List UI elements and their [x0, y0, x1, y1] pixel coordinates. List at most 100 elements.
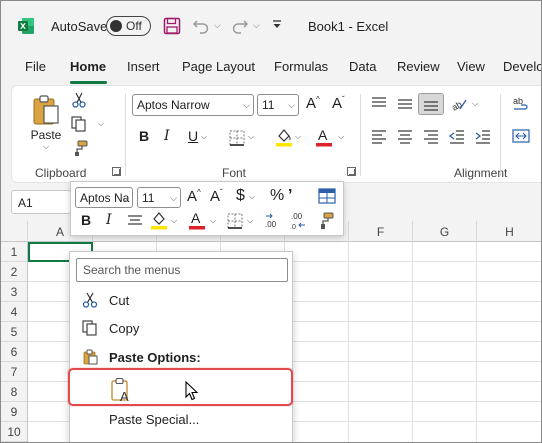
row-header[interactable]: 1 [1, 242, 28, 262]
undo-icon[interactable] [192, 17, 210, 35]
copy-icon[interactable] [71, 116, 87, 132]
group-separator [360, 94, 361, 176]
bold-icon[interactable]: B [81, 212, 91, 228]
copy-caret-icon[interactable]: ⌵ [98, 119, 104, 129]
borders-caret-icon[interactable]: ⌵ [248, 132, 254, 142]
align-top-icon[interactable] [370, 96, 388, 112]
row-header[interactable]: 9 [1, 402, 28, 422]
font-color-icon[interactable]: A [188, 210, 206, 230]
cut-icon[interactable] [72, 92, 86, 108]
row-header[interactable]: 10 [1, 422, 28, 442]
currency-caret-icon[interactable]: ⌵ [249, 192, 255, 202]
tab-formulas[interactable]: Formulas [274, 59, 328, 74]
mini-font-size-dropdown[interactable]: 11 ⌵ [137, 187, 181, 208]
decrease-font-size-icon[interactable]: Aˇ [210, 188, 223, 205]
ribbon: Paste ⌵ ⌵ Clipboard Aptos Narrow ⌵ 11 ⌵ … [11, 85, 541, 183]
menu-item-label: Cut [109, 293, 130, 308]
underline-caret-icon[interactable]: ⌵ [201, 132, 207, 142]
paste-caret-icon[interactable]: ⌵ [43, 142, 49, 152]
italic-icon[interactable]: I [164, 128, 170, 144]
excel-logo-icon [18, 18, 34, 34]
wrap-text-icon[interactable]: ab [512, 95, 530, 113]
row-header[interactable]: 5 [1, 322, 28, 342]
fill-color-icon[interactable] [150, 210, 168, 230]
currency-format-icon[interactable]: $ [236, 187, 245, 205]
font-color-icon[interactable]: A [315, 127, 333, 147]
paste-button[interactable]: Paste ⌵ [26, 92, 66, 154]
font-launcher-icon[interactable] [347, 167, 356, 176]
tab-developer[interactable]: Develo [503, 59, 541, 74]
tab-page-layout[interactable]: Page Layout [182, 59, 255, 74]
borders-icon[interactable] [229, 130, 245, 146]
tab-view[interactable]: View [457, 59, 485, 74]
fill-color-icon[interactable] [275, 127, 293, 147]
chevron-down-icon: ⌵ [122, 193, 129, 203]
align-center-icon[interactable] [396, 129, 414, 145]
orientation-caret-icon[interactable]: ⌵ [472, 99, 478, 109]
bold-icon[interactable]: B [139, 128, 149, 144]
increase-font-size-icon[interactable]: A ^ [306, 95, 320, 112]
fill-color-caret-icon[interactable]: ⌵ [171, 216, 177, 226]
row-header[interactable]: 6 [1, 342, 28, 362]
fill-color-caret-icon[interactable]: ⌵ [295, 132, 301, 142]
increase-decimal-icon[interactable]: .00 [264, 212, 284, 230]
borders-caret-icon[interactable]: ⌵ [247, 216, 253, 226]
autosave-toggle[interactable]: Off [106, 16, 151, 36]
redo-caret-icon[interactable]: ⌵ [253, 20, 260, 31]
italic-icon[interactable]: I [106, 212, 112, 228]
tab-file[interactable]: File [25, 59, 46, 74]
comma-format-icon[interactable]: ’ [288, 187, 292, 205]
align-middle-icon[interactable] [396, 96, 414, 112]
autosave-state: Off [126, 19, 142, 33]
tab-home[interactable]: Home [70, 59, 106, 74]
mini-font-size-value: 11 [142, 191, 155, 205]
tab-data[interactable]: Data [349, 59, 376, 74]
format-table-icon[interactable] [318, 188, 336, 204]
tab-insert[interactable]: Insert [127, 59, 160, 74]
column-header[interactable]: H [477, 221, 541, 242]
merge-center-icon[interactable] [512, 128, 530, 144]
decrease-font-size-icon[interactable]: Aˇ [332, 95, 345, 112]
align-right-icon[interactable] [422, 129, 440, 145]
align-bottom-button[interactable] [418, 93, 444, 115]
borders-icon[interactable] [227, 213, 243, 229]
redo-icon[interactable] [231, 17, 249, 35]
decrease-indent-icon[interactable] [448, 129, 466, 145]
row-header[interactable]: 8 [1, 382, 28, 402]
column-header[interactable]: G [413, 221, 477, 242]
menu-item-cut[interactable]: Cut [70, 286, 292, 314]
menu-item-paste-special[interactable]: Paste Special... [70, 405, 292, 433]
menu-item-copy[interactable]: Copy [70, 314, 292, 342]
toggle-knob [110, 19, 122, 32]
tab-review[interactable]: Review [397, 59, 440, 74]
increase-indent-icon[interactable] [474, 129, 492, 145]
row-header[interactable]: 7 [1, 362, 28, 382]
font-size-dropdown[interactable]: 11 ⌵ [257, 94, 299, 116]
menu-search-input[interactable]: Search the menus [76, 258, 288, 282]
row-header[interactable]: 3 [1, 282, 28, 302]
undo-caret-icon[interactable]: ⌵ [214, 20, 221, 31]
row-header[interactable]: 4 [1, 302, 28, 322]
font-name-dropdown[interactable]: Aptos Narrow ⌵ [132, 94, 254, 116]
format-painter-icon[interactable] [72, 140, 88, 156]
chevron-down-icon: ⌵ [288, 100, 295, 110]
font-color-caret-icon[interactable]: ⌵ [210, 216, 216, 226]
format-painter-icon[interactable] [317, 212, 335, 230]
percent-format-icon[interactable]: % [270, 187, 284, 205]
align-left-icon[interactable] [370, 129, 388, 145]
mini-font-name-dropdown[interactable]: Aptos Na ⌵ [75, 187, 133, 208]
align-center-icon[interactable] [127, 214, 143, 228]
column-header[interactable]: F [349, 221, 413, 242]
row-header[interactable]: 2 [1, 262, 28, 282]
font-color-caret-icon[interactable]: ⌵ [338, 132, 344, 142]
decrease-decimal-icon[interactable]: .00 .0 [289, 212, 309, 230]
select-all-corner[interactable] [1, 221, 28, 242]
increase-font-size-icon[interactable]: A ^ [187, 188, 201, 205]
copy-icon [82, 320, 97, 336]
name-box[interactable]: A1 [11, 190, 71, 214]
underline-icon[interactable]: U [188, 128, 198, 144]
customize-toolbar-icon[interactable] [271, 19, 283, 31]
save-icon[interactable] [163, 17, 181, 35]
clipboard-launcher-icon[interactable] [112, 167, 121, 176]
orientation-icon[interactable]: ab [450, 95, 468, 113]
